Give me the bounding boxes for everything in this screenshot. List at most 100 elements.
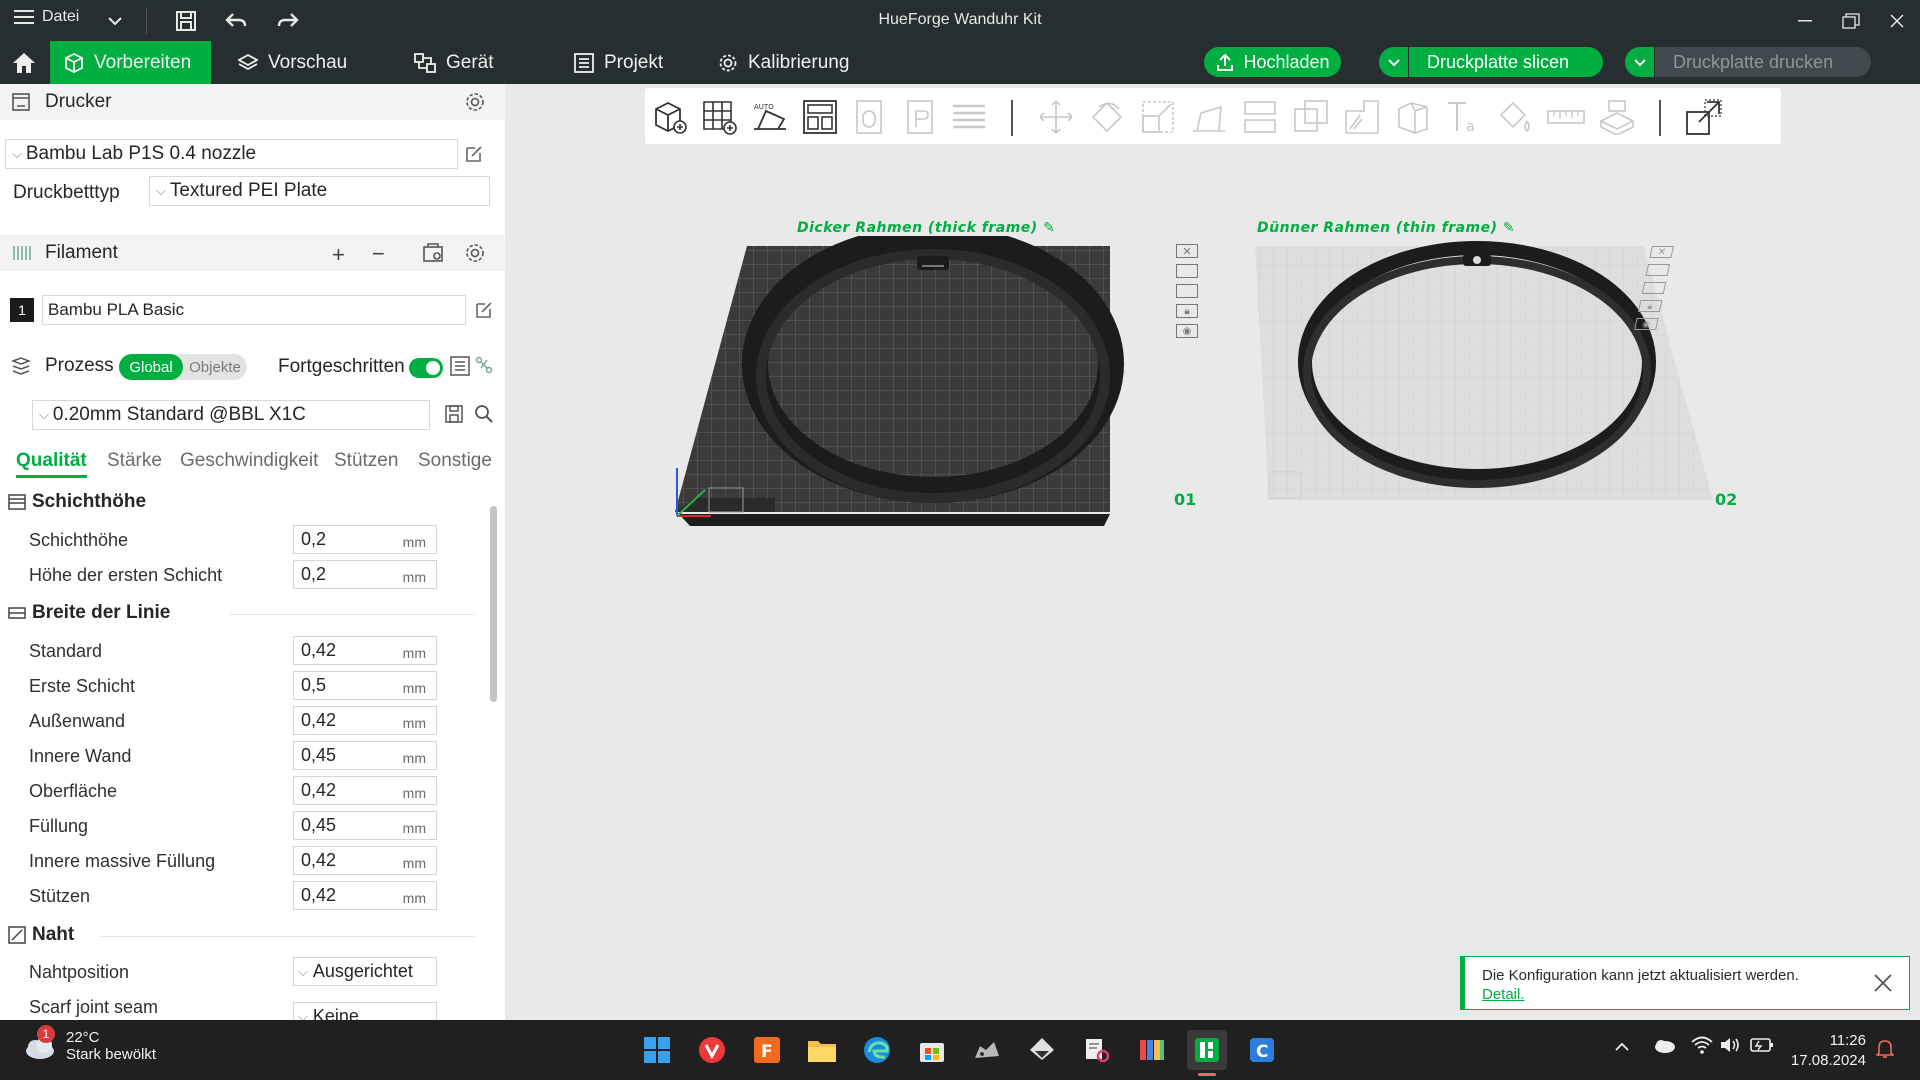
move-icon[interactable] xyxy=(1037,98,1075,136)
objects-option[interactable]: Objekte xyxy=(183,354,247,380)
lock-icon[interactable]: 🔒︎ xyxy=(1637,300,1663,312)
snipping-tool-icon[interactable] xyxy=(1077,1030,1117,1070)
battery-icon[interactable] xyxy=(1750,1037,1774,1058)
seam-position-select[interactable]: ⌵ Ausgerichtet xyxy=(293,957,437,986)
plate-2-label[interactable]: Dünner Rahmen (thin frame) ✎ xyxy=(1257,220,1515,236)
value-field[interactable]: 0,45 mm xyxy=(293,811,437,840)
value-field[interactable]: 0,42 mm xyxy=(293,636,437,665)
clock[interactable]: 11:26 17.08.2024 xyxy=(1791,1031,1866,1071)
cut-icon[interactable] xyxy=(1241,98,1279,136)
add-icon[interactable]: + xyxy=(332,242,345,268)
eye-icon[interactable]: ◉ xyxy=(1176,324,1198,338)
plate-1-number[interactable]: 01 xyxy=(1174,490,1196,509)
app-cat-icon[interactable] xyxy=(967,1030,1007,1070)
home-icon[interactable] xyxy=(0,41,48,84)
store-icon[interactable] xyxy=(912,1030,952,1070)
plate-1-bed[interactable] xyxy=(655,236,1215,526)
upload-button[interactable]: Hochladen xyxy=(1204,47,1341,77)
folder-icon[interactable] xyxy=(802,1030,842,1070)
orient-plate-icon[interactable] xyxy=(1176,284,1198,298)
edge-icon[interactable] xyxy=(857,1030,897,1070)
chevron-down-icon[interactable] xyxy=(1625,47,1655,77)
print-plate-button[interactable]: Druckplatte drucken xyxy=(1625,47,1871,77)
bambu-studio-icon[interactable] xyxy=(1187,1030,1227,1070)
eye-icon[interactable]: ◉ xyxy=(1634,318,1659,330)
compare-icon[interactable] xyxy=(475,356,493,379)
tab-projekt[interactable]: Projekt xyxy=(560,41,677,84)
chevron-up-icon[interactable] xyxy=(1614,1039,1630,1057)
fusion-icon[interactable]: F xyxy=(747,1030,787,1070)
scarf-joint-select[interactable]: ⌵ Keine xyxy=(293,1002,437,1020)
assembly-icon[interactable] xyxy=(1598,98,1636,136)
boolean-icon[interactable] xyxy=(1292,98,1330,136)
scale-icon[interactable] xyxy=(1139,98,1177,136)
plate-2-number[interactable]: 02 xyxy=(1715,490,1737,509)
search-icon[interactable] xyxy=(474,404,494,429)
close-icon[interactable] xyxy=(1869,969,1897,997)
layers-list-icon[interactable] xyxy=(950,98,988,136)
list-icon[interactable] xyxy=(450,356,470,381)
orient-plate-icon[interactable] xyxy=(1641,282,1667,294)
plate-1-label[interactable]: Dicker Rahmen (thick frame) ✎ xyxy=(797,220,1055,236)
arrange-plate-icon[interactable] xyxy=(1645,264,1671,276)
filament-slot-badge[interactable]: 1 xyxy=(10,298,34,322)
arrange-plate-icon[interactable] xyxy=(1176,264,1198,278)
tab-vorbereiten[interactable]: Vorbereiten xyxy=(50,41,211,84)
plate-settings-icon[interactable] xyxy=(901,98,939,136)
minimize-icon[interactable] xyxy=(1790,8,1820,34)
3d-viewport[interactable]: AUTO a Dicker Rahmen (thick frame) ✎ 01 … xyxy=(505,84,1920,1020)
lock-icon[interactable]: 🔒︎ xyxy=(1176,304,1198,318)
gear-icon[interactable] xyxy=(464,91,486,119)
inkscape-icon[interactable] xyxy=(1022,1030,1062,1070)
restore-icon[interactable] xyxy=(1836,8,1866,34)
bed-type-select[interactable]: ⌵ Textured PEI Plate xyxy=(149,176,490,206)
subtab-sonstige[interactable]: Sonstige xyxy=(418,450,492,472)
notification-detail-link[interactable]: Detail. xyxy=(1482,986,1525,1003)
tab-vorschau[interactable]: Vorschau xyxy=(224,41,361,84)
filament-select[interactable]: Bambu PLA Basic xyxy=(42,295,466,325)
lay-on-face-icon[interactable] xyxy=(1190,98,1228,136)
tab-geraet[interactable]: Gerät xyxy=(400,41,508,84)
close-icon[interactable]: ✕ xyxy=(1649,246,1674,258)
value-field[interactable]: 0,2 mm xyxy=(293,525,437,554)
global-objects-switch[interactable]: Global Objekte xyxy=(119,354,247,380)
value-field[interactable]: 0,42 mm xyxy=(293,706,437,735)
hueforge-icon[interactable] xyxy=(1132,1030,1172,1070)
volume-icon[interactable] xyxy=(1720,1036,1742,1059)
panel-scrollbar[interactable] xyxy=(490,506,497,702)
subtab-staerke[interactable]: Stärke xyxy=(107,450,162,472)
value-field[interactable]: 0,42 mm xyxy=(293,776,437,805)
subtab-geschwindigkeit[interactable]: Geschwindigkeit xyxy=(180,450,318,472)
save-preset-icon[interactable] xyxy=(445,405,463,428)
seam-paint-icon[interactable] xyxy=(1394,98,1432,136)
arrange-icon[interactable] xyxy=(801,98,839,136)
rotate-icon[interactable] xyxy=(1088,98,1126,136)
chevron-down-icon[interactable] xyxy=(1379,47,1409,77)
filament-sync-icon[interactable] xyxy=(422,243,444,269)
global-option[interactable]: Global xyxy=(119,354,183,380)
add-plate-icon[interactable] xyxy=(700,98,738,136)
start-icon[interactable] xyxy=(637,1030,677,1070)
onedrive-icon[interactable] xyxy=(1652,1037,1676,1058)
color-paint-icon[interactable] xyxy=(1496,98,1534,136)
edit-icon[interactable] xyxy=(474,300,494,325)
value-field[interactable]: 0,42 mm xyxy=(293,881,437,910)
app-c-icon[interactable]: C xyxy=(1242,1030,1282,1070)
support-paint-icon[interactable] xyxy=(1343,98,1381,136)
weather-widget[interactable]: 1 22°C Stark bewölkt xyxy=(22,1025,156,1063)
orient-face-icon[interactable] xyxy=(850,98,888,136)
notification-bell-icon[interactable] xyxy=(1875,1039,1895,1064)
value-field[interactable]: 0,42 mm xyxy=(293,846,437,875)
tab-kalibrierung[interactable]: Kalibrierung xyxy=(704,41,863,84)
add-object-icon[interactable] xyxy=(651,98,689,136)
measure-icon[interactable] xyxy=(1547,98,1585,136)
printer-select[interactable]: ⌵ Bambu Lab P1S 0.4 nozzle xyxy=(5,139,458,169)
close-icon[interactable] xyxy=(1882,8,1912,34)
explode-view-icon[interactable] xyxy=(1685,98,1723,136)
text-icon[interactable]: a xyxy=(1445,98,1483,136)
vivaldi-icon[interactable] xyxy=(692,1030,732,1070)
value-field[interactable]: 0,5 mm xyxy=(293,671,437,700)
wifi-icon[interactable] xyxy=(1691,1036,1713,1059)
gear-icon[interactable] xyxy=(464,242,486,270)
advanced-toggle[interactable] xyxy=(409,358,443,378)
